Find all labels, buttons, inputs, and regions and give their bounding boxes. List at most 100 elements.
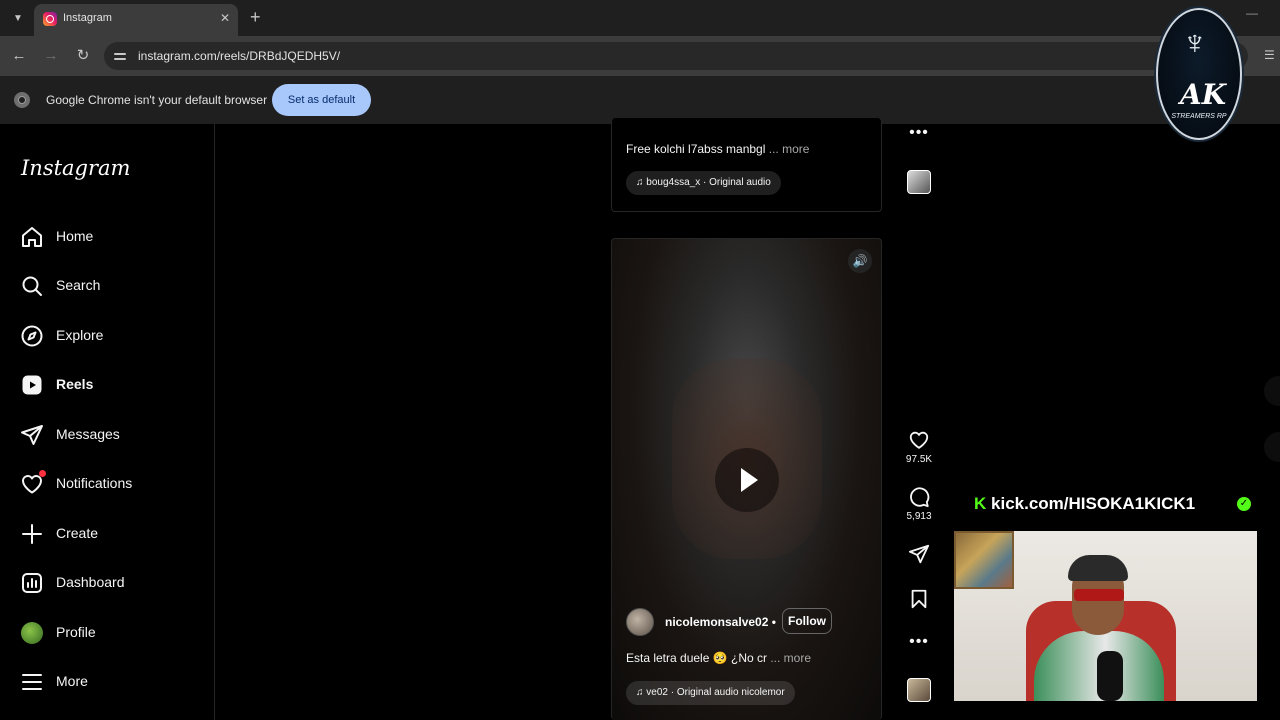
- notification-dot: [39, 470, 46, 477]
- sidebar-item-label: Create: [56, 525, 99, 541]
- default-browser-infobar: Google Chrome isn't your default browser…: [0, 76, 1280, 124]
- more-link[interactable]: ... more: [770, 651, 811, 665]
- sidebar-item-dashboard[interactable]: Dashboard: [12, 561, 202, 605]
- reel-caption-text: Esta letra duele 🥺 ¿No cr: [626, 651, 767, 665]
- comment-count: 5,913: [906, 511, 932, 522]
- sidebar-item-label: More: [56, 673, 88, 689]
- music-note-icon: ♫: [636, 687, 647, 698]
- reel-card-current[interactable]: 🔊 nicolemonsalve02 • Follow Esta letra d…: [611, 238, 882, 720]
- site-info-icon[interactable]: [114, 50, 126, 62]
- sidebar-item-search[interactable]: Search: [12, 264, 202, 308]
- tab-instagram[interactable]: Instagram ✕: [34, 4, 238, 36]
- kick-url: kick.com/HISOKA1KICK1: [991, 494, 1196, 513]
- dashboard-icon: [22, 573, 42, 593]
- sidebar-item-label: Notifications: [56, 475, 133, 491]
- heart-icon: [909, 431, 929, 449]
- author-avatar[interactable]: [626, 608, 654, 636]
- sidebar-item-label: Messages: [56, 426, 120, 442]
- follow-button[interactable]: Follow: [782, 608, 832, 634]
- share-button[interactable]: [905, 543, 933, 565]
- infobar-message: Google Chrome isn't your default browser: [46, 93, 268, 107]
- sidebar-item-label: Dashboard: [56, 574, 125, 590]
- tab-search-icon[interactable]: ▼: [8, 8, 28, 28]
- reload-icon[interactable]: ↻: [73, 46, 93, 66]
- logo-subtext: STREAMERS RP: [1171, 113, 1227, 120]
- sunglasses: [1074, 589, 1124, 601]
- sidebar-item-profile[interactable]: Profile: [12, 611, 202, 655]
- comment-icon: [910, 487, 930, 508]
- reel-caption: Free kolchi l7abss manbgl ... more: [626, 142, 809, 156]
- more-options-icon[interactable]: •••: [905, 125, 933, 141]
- streamer-logo: ♆ AK STREAMERS RP: [1156, 8, 1242, 140]
- avatar: [21, 622, 43, 644]
- sidebar-item-label: Explore: [56, 327, 104, 343]
- volume-icon[interactable]: 🔊: [848, 249, 872, 273]
- scroll-down-button[interactable]: [1264, 432, 1280, 462]
- home-icon: [22, 227, 42, 247]
- plus-icon: [22, 524, 42, 544]
- separator-dot: •: [771, 615, 776, 629]
- sidebar-item-home[interactable]: Home: [12, 215, 202, 259]
- new-tab-icon[interactable]: +: [250, 8, 261, 26]
- chrome-icon: [14, 92, 30, 108]
- bookmark-icon: [911, 589, 927, 609]
- webcam-feed: [954, 531, 1257, 701]
- author-username-text: nicolemonsalve02: [665, 615, 769, 629]
- kick-channel-label: K kick.com/HISOKA1KICK1: [974, 494, 1195, 514]
- instagram-logo[interactable]: Instagram: [21, 156, 130, 180]
- minimize-icon[interactable]: —: [1246, 6, 1258, 20]
- forward-icon[interactable]: →: [41, 46, 61, 66]
- messages-icon: [21, 425, 43, 445]
- sidebar-item-messages[interactable]: Messages: [12, 413, 202, 457]
- reel-card-previous[interactable]: Free kolchi l7abss manbgl ... more ♫ bou…: [611, 118, 882, 212]
- audio-thumbnail[interactable]: [907, 678, 931, 702]
- reel-caption: Esta letra duele 🥺 ¿No cr ... more: [626, 651, 811, 665]
- back-icon[interactable]: ←: [9, 46, 29, 66]
- tab-close-icon[interactable]: ✕: [220, 11, 230, 25]
- audio-pill[interactable]: ♫ boug4ssa_x · Original audio: [626, 171, 781, 195]
- set-as-default-button[interactable]: Set as default: [272, 84, 371, 116]
- play-button[interactable]: [715, 448, 779, 512]
- author-username[interactable]: nicolemonsalve02 •: [665, 615, 776, 629]
- sidebar-item-label: Profile: [56, 624, 96, 640]
- instagram-favicon-icon: [43, 12, 57, 26]
- sidebar-item-create[interactable]: Create: [12, 512, 202, 556]
- sidebar-item-label: Reels: [56, 376, 94, 392]
- extensions-icon[interactable]: ☰: [1264, 48, 1275, 62]
- address-bar[interactable]: instagram.com/reels/DRBdJQEDH5V/: [104, 42, 1248, 70]
- audio-pill[interactable]: ♫ ve02 · Original audio nicolemor: [626, 681, 795, 705]
- sidebar-item-notifications[interactable]: Notifications: [12, 462, 202, 506]
- sidebar-item-label: Home: [56, 228, 94, 244]
- phoenix-icon: ♆: [1182, 24, 1208, 62]
- more-options-icon[interactable]: •••: [905, 634, 933, 650]
- reels-icon: [22, 375, 42, 395]
- sidebar-item-reels[interactable]: Reels: [12, 363, 202, 407]
- logo-text: AK: [1180, 78, 1227, 111]
- audio-label: boug4ssa_x · Original audio: [646, 177, 771, 188]
- instagram-sidebar: Instagram Home Search Explore Reels Mess…: [0, 124, 215, 720]
- browser-toolbar: ← → ↻ instagram.com/reels/DRBdJQEDH5V/ ☰: [0, 36, 1280, 76]
- music-note-icon: ♫: [636, 177, 647, 188]
- like-count: 97.5K: [905, 454, 933, 465]
- compass-icon: [21, 325, 43, 347]
- cap: [1068, 555, 1128, 581]
- microphone-icon: [1097, 651, 1123, 701]
- audio-thumbnail[interactable]: [907, 170, 931, 194]
- share-icon: [908, 544, 930, 564]
- scroll-up-button[interactable]: [1264, 376, 1280, 406]
- wall-painting: [954, 531, 1014, 589]
- save-button[interactable]: [905, 588, 933, 610]
- url-text[interactable]: instagram.com/reels/DRBdJQEDH5V/: [138, 49, 340, 63]
- comment-button[interactable]: 5,913: [905, 486, 933, 522]
- sidebar-item-more[interactable]: More: [12, 660, 202, 704]
- sidebar-item-explore[interactable]: Explore: [12, 314, 202, 358]
- like-button[interactable]: 97.5K: [905, 429, 933, 465]
- tab-strip: ▼ Instagram ✕ + —: [0, 0, 1280, 36]
- menu-icon: [22, 674, 42, 690]
- search-icon: [22, 276, 42, 296]
- kick-icon: K: [974, 494, 987, 513]
- more-link[interactable]: ... more: [769, 142, 810, 156]
- verified-icon: ✓: [1237, 497, 1251, 511]
- audio-label: ve02 · Original audio nicolemor: [646, 687, 785, 698]
- reel-caption-text: Free kolchi l7abss manbgl: [626, 142, 766, 156]
